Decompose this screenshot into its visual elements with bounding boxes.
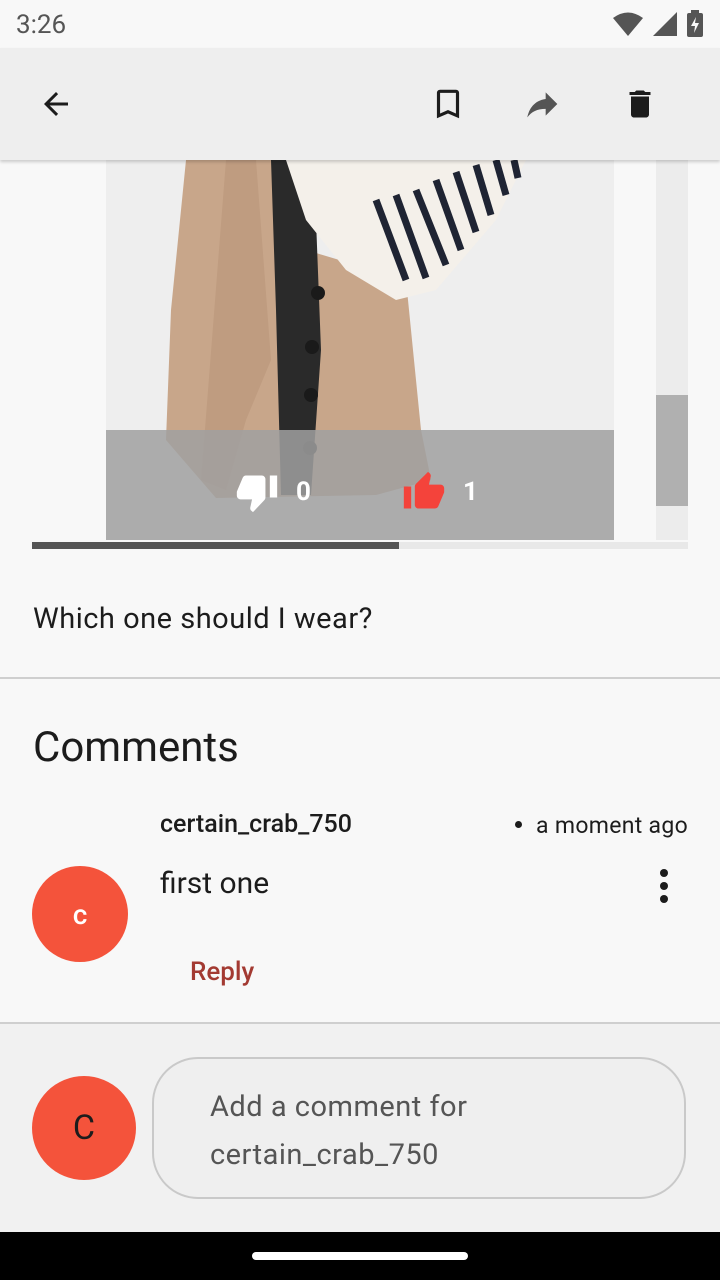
composer-avatar-letter: C <box>72 1108 96 1148</box>
back-button[interactable] <box>32 80 80 128</box>
battery-icon <box>687 10 703 37</box>
composer-avatar[interactable]: C <box>32 1076 136 1180</box>
home-gesture-handle[interactable] <box>252 1252 468 1260</box>
arrow-left-icon <box>44 92 68 116</box>
post-question: Which one should I wear? <box>33 602 373 636</box>
comment-composer: C Add a comment for certain_crab_750 <box>0 1024 720 1232</box>
next-card-vote-bar <box>656 395 688 506</box>
divider <box>0 677 720 679</box>
comment-text: first one <box>160 866 270 901</box>
comment-avatar[interactable]: c <box>32 866 128 962</box>
trash-icon <box>629 90 651 118</box>
status-icons <box>612 10 704 38</box>
comment-username[interactable]: certain_crab_750 <box>160 810 352 839</box>
cell-signal-icon <box>653 12 677 36</box>
comment-input-placeholder-line2: certain_crab_750 <box>210 1138 439 1172</box>
carousel-progress <box>32 542 688 549</box>
app-bar <box>0 48 720 160</box>
thumbs-up-icon <box>403 471 445 509</box>
like-control[interactable]: 1 <box>401 470 478 514</box>
separator-dot <box>515 821 523 829</box>
comments-title: Comments <box>33 723 239 772</box>
bookmark-outline-icon <box>436 89 460 119</box>
comment-time-text: a moment ago <box>536 812 688 839</box>
vote-bar: 0 1 <box>106 430 614 540</box>
outfit-carousel[interactable]: 0 1 <box>32 160 688 550</box>
share-button[interactable] <box>520 80 568 128</box>
comment-input-placeholder-line1: Add a comment for <box>210 1090 468 1124</box>
outfit-card[interactable]: 0 1 <box>106 160 614 540</box>
status-time: 3:26 <box>16 10 67 40</box>
more-vertical-icon <box>660 869 668 903</box>
dislike-count: 0 <box>296 477 311 507</box>
bookmark-button[interactable] <box>424 80 472 128</box>
comment-more-button[interactable] <box>640 862 688 910</box>
comment-input[interactable]: Add a comment for certain_crab_750 <box>152 1057 686 1199</box>
status-bar: 3:26 <box>0 0 720 48</box>
comment-avatar-letter: c <box>72 897 88 931</box>
reply-button[interactable]: Reply <box>190 957 254 987</box>
wifi-icon <box>613 12 643 36</box>
thumbs-down-icon <box>236 475 278 513</box>
dislike-control[interactable]: 0 <box>234 470 311 514</box>
comment-timestamp: a moment ago <box>515 812 688 839</box>
next-outfit-card[interactable] <box>656 160 688 540</box>
delete-button[interactable] <box>616 80 664 128</box>
like-count: 1 <box>463 477 478 507</box>
share-arrow-icon <box>527 92 558 118</box>
carousel-progress-fill <box>32 542 400 549</box>
system-nav-bar <box>0 1232 720 1280</box>
